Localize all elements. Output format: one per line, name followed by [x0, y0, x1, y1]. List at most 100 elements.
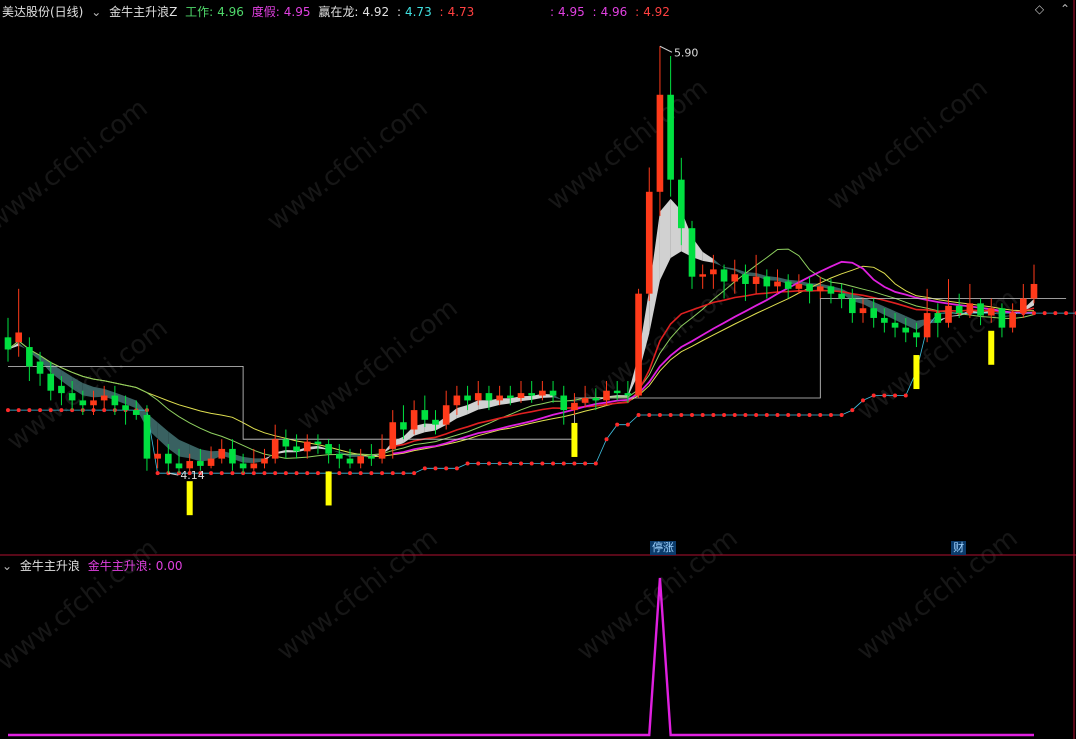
- support-dot: [786, 412, 791, 417]
- support-dot: [230, 471, 235, 476]
- ma-band-segment: [189, 444, 201, 462]
- diamond-icon[interactable]: ◇: [1035, 2, 1044, 16]
- signal-bar: [571, 422, 578, 457]
- candle-body: [36, 361, 44, 374]
- candle-body: [763, 276, 771, 287]
- candle-body: [496, 395, 503, 401]
- window-controls: ◇ ⌃: [1023, 2, 1070, 16]
- support-dot: [433, 466, 438, 471]
- candle-body: [229, 448, 236, 464]
- ma-band-segment: [82, 383, 94, 398]
- support-dot: [551, 461, 556, 466]
- candle-body: [571, 402, 578, 411]
- support-dot: [48, 408, 53, 413]
- candle-body: [175, 463, 183, 469]
- candle-body: [378, 448, 386, 459]
- indicator-name[interactable]: 金牛主升浪Z: [109, 5, 177, 19]
- candle-body: [271, 439, 279, 459]
- candle-body: [688, 228, 696, 277]
- candle-body: [891, 322, 899, 328]
- support-dot: [903, 393, 908, 398]
- candle-body: [100, 395, 108, 401]
- support-dot: [219, 471, 224, 476]
- candle-body: [79, 400, 87, 406]
- chevron-up-icon[interactable]: ⌃: [1060, 2, 1070, 16]
- support-dot: [593, 461, 598, 466]
- support-dot: [486, 461, 491, 466]
- candle-body: [581, 397, 589, 403]
- support-dot: [775, 412, 780, 417]
- support-dot: [38, 408, 43, 413]
- candle-body: [506, 395, 514, 398]
- signal-bar: [913, 355, 920, 390]
- support-dot: [273, 471, 278, 476]
- candle-body: [870, 308, 878, 318]
- support-dot: [262, 471, 267, 476]
- candle-body: [1030, 283, 1038, 299]
- candle-body: [955, 305, 963, 314]
- candle-body: [4, 337, 12, 350]
- support-dot: [476, 461, 481, 466]
- candle-body: [218, 448, 226, 459]
- candle-body: [442, 405, 450, 425]
- support-dot: [668, 412, 673, 417]
- candle-body: [389, 422, 397, 449]
- high-pointer: [659, 45, 673, 53]
- yingzai-label: 赢在龙:: [318, 5, 359, 19]
- candle-body: [731, 274, 739, 282]
- sub-indicator-label: 金牛主升浪:: [87, 559, 152, 573]
- sub-indicator-name[interactable]: 金牛主升浪: [20, 559, 80, 573]
- candle-body: [400, 422, 407, 430]
- limit-up-marker: 停涨: [649, 541, 676, 555]
- candle-body: [239, 463, 247, 469]
- candle-body: [453, 395, 461, 406]
- candle-body: [368, 456, 375, 459]
- candle-body: [207, 458, 215, 466]
- support-dot: [850, 408, 855, 413]
- candle-body: [335, 453, 343, 459]
- support-dot: [27, 408, 32, 413]
- magenta-ma-line: [392, 260, 1035, 455]
- candle-body: [325, 444, 332, 454]
- candle-body: [710, 269, 717, 275]
- support-dot: [679, 412, 684, 417]
- support-dot: [540, 461, 545, 466]
- candle-body: [314, 441, 322, 445]
- candle-body: [966, 303, 974, 314]
- candle-body: [143, 414, 151, 459]
- support-dot: [59, 408, 64, 413]
- candle-body: [122, 405, 129, 411]
- candle-body: [485, 393, 493, 401]
- candle-body: [432, 419, 439, 425]
- candle-body: [902, 327, 910, 333]
- candle-body: [346, 458, 354, 464]
- candle-body: [154, 453, 161, 459]
- signal-bar: [988, 330, 995, 365]
- support-dot: [561, 461, 566, 466]
- candle-body: [90, 400, 97, 406]
- yingzai-value-3: 4.73: [447, 5, 475, 19]
- support-dot: [155, 471, 160, 476]
- chevron-down-icon[interactable]: ⌄: [91, 5, 101, 19]
- candle-body: [624, 393, 632, 396]
- support-dot: [380, 471, 385, 476]
- candle-body: [667, 94, 674, 180]
- candle-body: [806, 283, 813, 292]
- candle-body: [293, 446, 300, 452]
- yingzai-value-1: 4.92: [362, 5, 390, 19]
- signal-bar: [186, 481, 193, 516]
- support-dot: [893, 393, 898, 398]
- candle-body: [517, 393, 525, 398]
- support-dot: [1064, 311, 1069, 316]
- support-dot: [444, 466, 449, 471]
- candle-body: [677, 179, 685, 229]
- support-dot: [519, 461, 523, 466]
- chevron-down-icon[interactable]: ⌄: [2, 559, 12, 573]
- candle-body: [528, 393, 536, 396]
- candle-body: [656, 94, 664, 192]
- candle-body: [1009, 313, 1016, 328]
- support-dot: [401, 471, 406, 476]
- stock-title[interactable]: 美达股份(日线): [2, 5, 83, 19]
- sub-indicator-line: [8, 577, 1034, 737]
- main-header: 美达股份(日线) ⌄ 金牛主升浪Z 工作: 4.96 度假: 4.95 赢在龙: 4.…: [2, 5, 670, 19]
